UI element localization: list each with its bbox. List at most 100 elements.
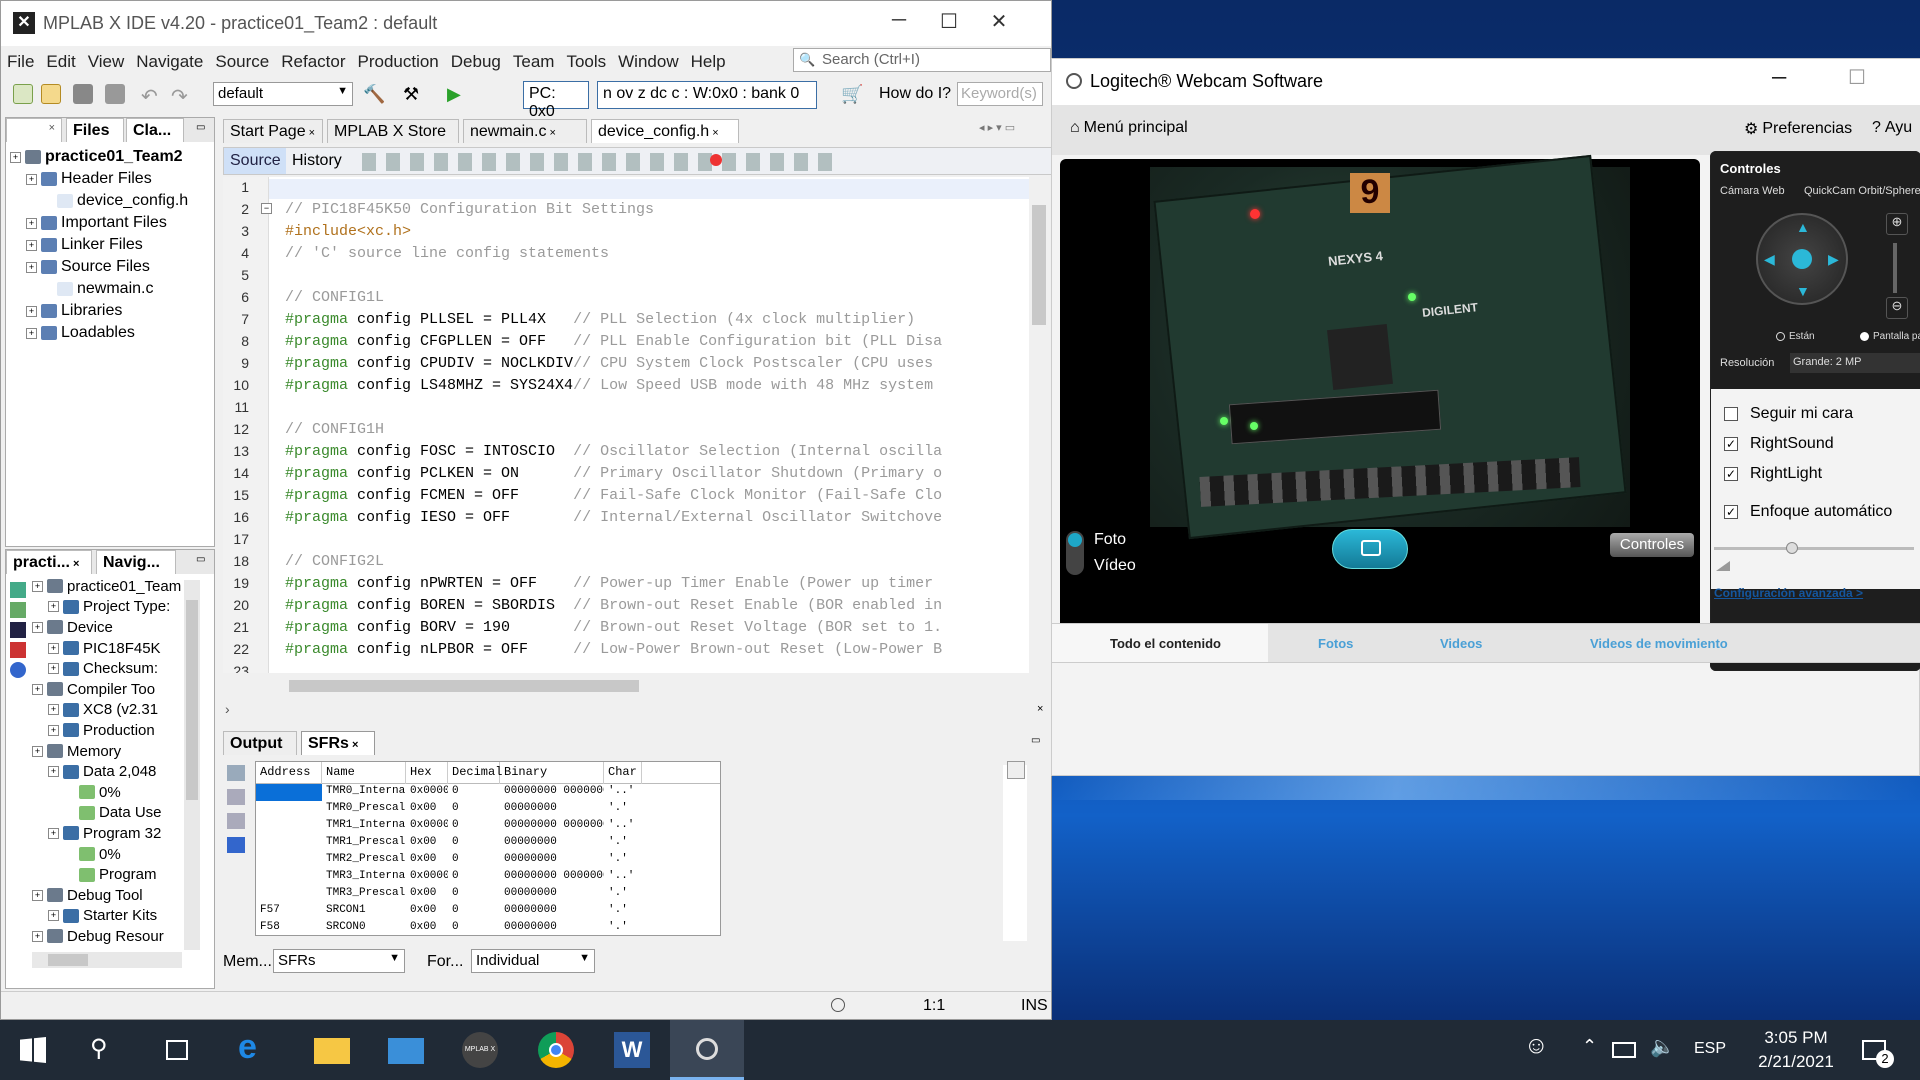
foto-label[interactable]: Foto [1094, 531, 1126, 549]
tree-item[interactable]: + Important Files [10, 212, 210, 234]
edge-icon[interactable]: e [238, 1028, 274, 1066]
editor-vscrollbar[interactable] [1029, 177, 1049, 673]
expand-icon[interactable] [64, 869, 75, 880]
code-editor[interactable]: 1 2 3 4 5 6 7 8 9 10 11 12 13 14 15 16 17 18 19 20 21 22 23 //… [223, 177, 1029, 673]
menu-window[interactable]: Window [618, 52, 678, 72]
expand-icon[interactable]: + [26, 217, 37, 229]
table-row[interactable]: F58 SRCON0 0x00 0 00000000 '.' [256, 920, 720, 937]
expand-icon[interactable]: + [48, 766, 59, 778]
close-button[interactable]: ✕ [979, 9, 1019, 37]
expand-icon[interactable]: + [10, 151, 21, 163]
expand-icon[interactable]: + [32, 621, 43, 633]
expand-icon[interactable]: + [26, 261, 37, 273]
dashboard-scrollbar[interactable] [184, 580, 200, 950]
tree-item[interactable]: + Program 32 [32, 823, 182, 844]
tab-projects[interactable]: × [6, 118, 62, 142]
tab-dashboard[interactable]: practi... × [6, 550, 92, 574]
checkbox[interactable] [1724, 407, 1738, 421]
record-macro-icon[interactable] [710, 154, 722, 166]
menu-principal-button[interactable]: ⌂ Menú principal [1070, 119, 1188, 137]
sfr-side-icons[interactable] [227, 765, 245, 905]
table-row[interactable]: TMR3_Internal 0x0000 0 00000000 00000000 '..… [256, 869, 720, 886]
editor-tab[interactable]: device_config.h × [591, 119, 739, 143]
chrome-icon[interactable] [538, 1032, 574, 1068]
language-indicator[interactable]: ESP [1694, 1040, 1726, 1058]
minimize-panel-icon[interactable]: ▭ [1031, 735, 1040, 746]
estandar-radio[interactable]: Están [1776, 331, 1815, 342]
configuration-select[interactable]: default ▼ [213, 82, 353, 106]
video-label[interactable]: Vídeo [1094, 557, 1136, 575]
expand-icon[interactable]: + [32, 745, 43, 757]
tab-source[interactable]: Source [224, 148, 286, 174]
pdf-icon[interactable] [10, 642, 26, 658]
tab-videos[interactable]: Videos [1440, 636, 1482, 651]
expand-icon[interactable]: + [48, 704, 59, 716]
pan-tilt-pad[interactable]: ▲ ▼ ◀ ▶ [1756, 213, 1848, 305]
menu-production[interactable]: Production [357, 52, 438, 72]
editor-tool-icons[interactable] [362, 153, 832, 171]
people-icon[interactable]: ☺ [1524, 1032, 1560, 1068]
table-row[interactable]: TMR0_Internal 0x0000 0 00000000 00000000 '..… [256, 784, 720, 801]
menu-team[interactable]: Team [513, 52, 555, 72]
checkbox[interactable]: ✓ [1724, 437, 1738, 451]
maximize-button[interactable]: ☐ [1848, 65, 1866, 90]
notification-icon[interactable] [831, 998, 845, 1012]
tree-item[interactable]: + Debug Resour [32, 926, 182, 947]
run-icon[interactable]: ▶ [447, 84, 467, 104]
tree-item[interactable]: + Libraries [10, 300, 210, 322]
tab-output[interactable]: Output [223, 731, 297, 755]
close-panel-icon[interactable]: × [1037, 703, 1043, 715]
new-project-icon[interactable] [41, 84, 61, 104]
menu-edit[interactable]: Edit [46, 52, 75, 72]
expand-icon[interactable] [64, 787, 75, 798]
expand-icon[interactable]: + [32, 683, 43, 695]
arrow-up-icon[interactable]: ▲ [1796, 219, 1810, 235]
tree-item[interactable]: + practice01_Team2 [10, 146, 210, 168]
close-tab-icon[interactable]: × [709, 127, 718, 139]
column-header[interactable]: Name [322, 762, 406, 784]
checkbox[interactable]: ✓ [1724, 467, 1738, 481]
menu-navigate[interactable]: Navigate [136, 52, 203, 72]
tab-sfrs[interactable]: SFRs × [301, 731, 375, 755]
editor-tab[interactable]: Start Page × [223, 119, 323, 143]
expand-icon[interactable]: + [48, 642, 59, 654]
tree-item[interactable]: + Project Type: [32, 597, 182, 618]
active-app-highlight[interactable] [670, 1020, 744, 1080]
mem-select[interactable]: SFRs ▼ [273, 949, 405, 973]
network-icon[interactable] [1612, 1042, 1636, 1058]
tab-videos-movimiento[interactable]: Videos de movimiento [1590, 636, 1728, 651]
tree-item[interactable]: 0% [32, 844, 182, 865]
tree-item[interactable]: 0% [32, 782, 182, 803]
column-header[interactable]: Hex [406, 762, 448, 784]
expand-icon[interactable]: + [48, 724, 59, 736]
menu-view[interactable]: View [88, 52, 125, 72]
redo-icon[interactable]: ↷ [171, 84, 191, 108]
tab-navigator[interactable]: Navig... [96, 550, 176, 574]
photo-video-toggle[interactable] [1066, 531, 1084, 575]
sfr-vscrollbar[interactable] [1003, 765, 1027, 941]
table-row[interactable]: TMR1_Internal 0x0000 0 00000000 00000000 '..… [256, 818, 720, 835]
tree-item[interactable]: + Device [32, 617, 182, 638]
tab-history[interactable]: History [292, 152, 342, 170]
search-input[interactable]: 🔍 Search (Ctrl+I) [793, 48, 1051, 72]
expand-icon[interactable]: + [32, 930, 43, 942]
table-row[interactable]: F57 SRCON1 0x00 0 00000000 '.' [256, 903, 720, 920]
expand-icon[interactable]: + [32, 889, 43, 901]
ayuda-button[interactable]: ? Ayu [1872, 119, 1912, 137]
checkbox[interactable]: ✓ [1724, 505, 1738, 519]
menu-refactor[interactable]: Refactor [281, 52, 345, 72]
tree-item[interactable]: newmain.c [10, 278, 210, 300]
column-header[interactable]: Char [604, 762, 642, 784]
expand-icon[interactable]: + [26, 239, 37, 251]
tree-item[interactable]: + Production [32, 720, 182, 741]
new-file-icon[interactable] [13, 84, 33, 104]
table-row[interactable]: TMR2_Prescale 0x00 0 00000000 '.' [256, 852, 720, 869]
dashboard-hscroll[interactable] [32, 952, 182, 968]
table-row[interactable]: TMR3_Prescale 0x00 0 00000000 '.' [256, 886, 720, 903]
expand-icon[interactable] [42, 196, 53, 207]
table-row[interactable]: TMR0_Prescale 0x00 0 00000000 '.' [256, 801, 720, 818]
word-icon[interactable]: W [614, 1032, 650, 1068]
editor-tab[interactable]: MPLAB X Store × [327, 119, 459, 157]
preferencias-button[interactable]: ⚙ Preferencias [1744, 119, 1852, 139]
tree-item[interactable]: + Loadables [10, 322, 210, 344]
